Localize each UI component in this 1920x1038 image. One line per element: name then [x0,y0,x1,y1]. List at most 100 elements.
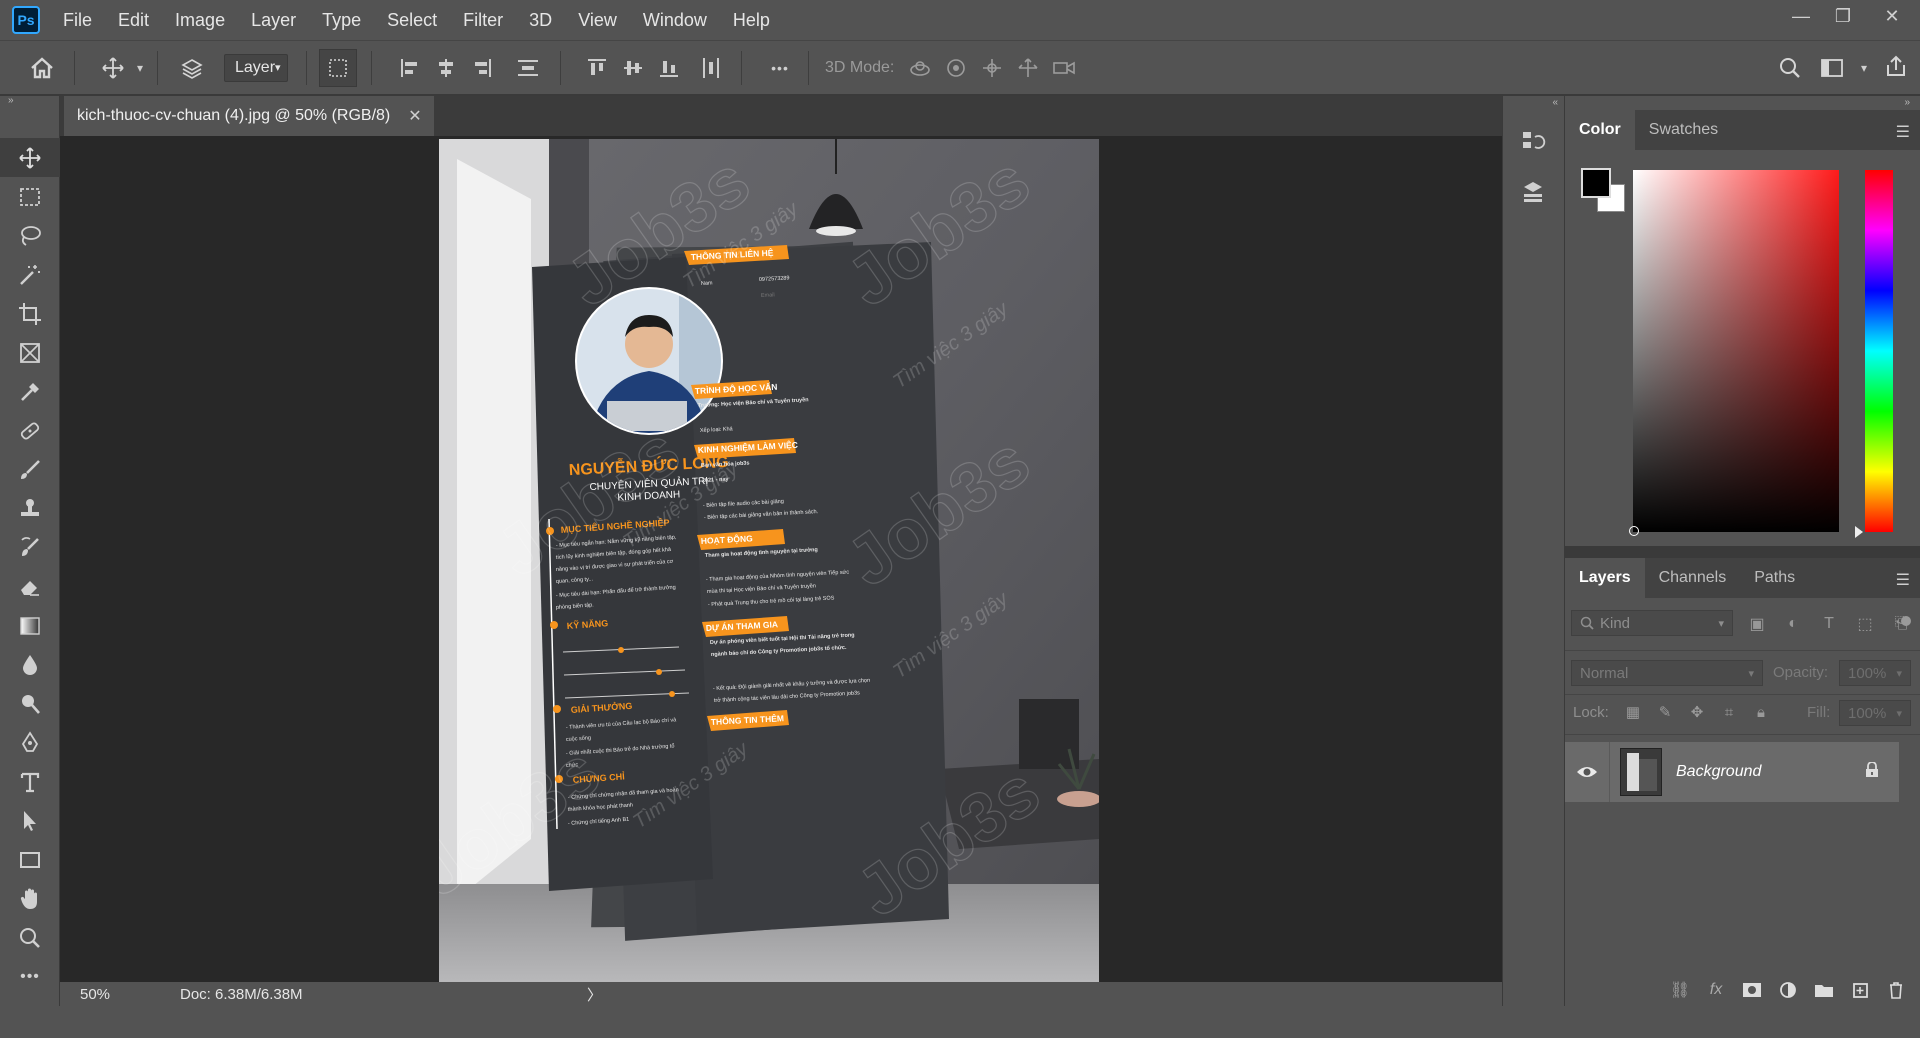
gradient-tool-icon[interactable] [0,606,60,645]
align-top-icon[interactable] [579,50,615,86]
lock-all-icon[interactable]: 🔒︎ [1747,700,1775,724]
align-center-icon[interactable] [428,50,464,86]
distribute-vertical-icon[interactable] [693,50,729,86]
workspace-icon[interactable] [1814,50,1850,86]
menu-select[interactable]: Select [374,0,450,40]
marquee-tool-icon[interactable] [0,177,60,216]
show-transform-controls-icon[interactable] [319,48,357,87]
color-field[interactable] [1633,170,1839,532]
align-right-icon[interactable] [464,50,500,86]
chevron-down-icon[interactable]: ▾ [131,50,149,86]
shape-layer-filter-icon[interactable]: ⬚ [1851,612,1879,636]
link-layers-icon[interactable]: ⛓︎ [1665,976,1695,1004]
close-window-button[interactable]: ✕ [1864,0,1920,32]
3d-scale-camera-icon[interactable] [1046,50,1082,86]
chevron-down-icon[interactable]: ▾ [1854,50,1874,86]
eyedropper-tool-icon[interactable] [0,372,60,411]
minimize-button[interactable]: — [1780,0,1822,32]
lock-icon[interactable] [1865,760,1879,783]
clone-stamp-tool-icon[interactable] [0,489,60,528]
close-tab-icon[interactable]: ✕ [408,106,421,126]
align-middle-icon[interactable] [615,50,651,86]
blur-tool-icon[interactable] [0,645,60,684]
zoom-level[interactable]: 50% [80,986,140,1003]
hue-slider-handle[interactable] [1855,526,1863,538]
edit-toolbar-icon[interactable]: ••• [0,957,60,996]
hue-slider[interactable] [1865,170,1893,532]
document-canvas[interactable]: NGUYỄN ĐỨC LONG CHUYÊN VIÊN QUẢN TRỊ KIN… [439,139,1099,982]
tab-channels[interactable]: Channels [1645,558,1741,598]
tab-paths[interactable]: Paths [1740,558,1809,598]
layer-row[interactable]: Background [1565,742,1899,802]
foreground-color-swatch[interactable] [1581,168,1611,198]
distribute-horizontal-icon[interactable] [510,50,546,86]
hand-tool-icon[interactable] [0,879,60,918]
auto-select-dropdown[interactable]: Layer ▾ [224,53,288,82]
filter-toggle[interactable] [1901,616,1911,626]
3d-orbit-icon[interactable] [902,50,938,86]
menu-help[interactable]: Help [720,0,783,40]
zoom-tool-icon[interactable] [0,918,60,957]
3d-pan-icon[interactable] [974,50,1010,86]
menu-filter[interactable]: Filter [450,0,516,40]
brush-tool-icon[interactable] [0,450,60,489]
panel-menu-icon[interactable]: ☰ [1896,570,1910,590]
history-panel-icon[interactable] [1515,124,1551,160]
collapse-toolbar-icon[interactable]: » [0,96,59,106]
type-tool-icon[interactable] [0,762,60,801]
pen-tool-icon[interactable] [0,723,60,762]
collapse-panels-icon[interactable]: « [1503,96,1564,110]
align-left-icon[interactable] [392,50,428,86]
more-options-icon[interactable]: ••• [762,50,798,86]
pixel-layer-filter-icon[interactable]: ▣ [1743,612,1771,636]
auto-select-layers-icon[interactable] [174,50,210,86]
adjustment-layer-filter-icon[interactable]: ◐ [1779,612,1807,636]
panel-menu-icon[interactable]: ☰ [1896,122,1910,142]
menu-view[interactable]: View [565,0,630,40]
document-tab[interactable]: kich-thuoc-cv-chuan (4).jpg @ 50% (RGB/8… [64,96,434,136]
rectangle-tool-icon[interactable] [0,840,60,879]
new-layer-icon[interactable] [1845,976,1875,1004]
status-menu-arrow[interactable]: 〉 [587,984,602,1005]
search-icon[interactable] [1772,50,1808,86]
frame-tool-icon[interactable] [0,333,60,372]
fx-icon[interactable]: fx [1701,976,1731,1004]
path-selection-tool-icon[interactable] [0,801,60,840]
menu-file[interactable]: File [50,0,105,40]
healing-brush-tool-icon[interactable] [0,411,60,450]
photoshop-logo[interactable]: Ps [12,6,40,34]
blend-mode-dropdown[interactable]: Normal ▾ [1571,660,1763,686]
menu-window[interactable]: Window [630,0,720,40]
3d-slide-icon[interactable] [1010,50,1046,86]
tab-swatches[interactable]: Swatches [1635,110,1732,150]
lock-position-icon[interactable]: ✥ [1683,700,1711,724]
tab-layers[interactable]: Layers [1565,558,1645,598]
eye-icon[interactable] [1565,765,1609,779]
eraser-tool-icon[interactable] [0,567,60,606]
layer-name[interactable]: Background [1676,763,1761,781]
layer-filter-kind[interactable]: Kind ▾ [1571,610,1733,636]
fill-input[interactable]: 100% ▾ [1839,700,1911,726]
menu-image[interactable]: Image [162,0,238,40]
menu-layer[interactable]: Layer [238,0,309,40]
crop-tool-icon[interactable] [0,294,60,333]
3d-roll-icon[interactable] [938,50,974,86]
dodge-tool-icon[interactable] [0,684,60,723]
menu-3d[interactable]: 3D [516,0,565,40]
lock-pixels-icon[interactable]: ✎ [1651,700,1679,724]
3d-properties-icon[interactable] [1515,174,1551,210]
folder-icon[interactable] [1809,976,1839,1004]
tab-color[interactable]: Color [1565,110,1635,150]
adjustment-layer-icon[interactable] [1773,976,1803,1004]
canvas-area[interactable]: NGUYỄN ĐỨC LONG CHUYÊN VIÊN QUẢN TRỊ KIN… [60,136,1502,982]
menu-edit[interactable]: Edit [105,0,162,40]
share-icon[interactable] [1878,48,1914,84]
collapse-panels-icon[interactable]: » [1565,96,1920,110]
history-brush-tool-icon[interactable] [0,528,60,567]
trash-icon[interactable] [1881,976,1911,1004]
add-mask-icon[interactable] [1737,976,1767,1004]
align-bottom-icon[interactable] [651,50,687,86]
move-tool-icon[interactable] [95,50,131,86]
move-tool-icon[interactable] [0,138,60,177]
lock-artboard-icon[interactable]: ⌗ [1715,700,1743,724]
